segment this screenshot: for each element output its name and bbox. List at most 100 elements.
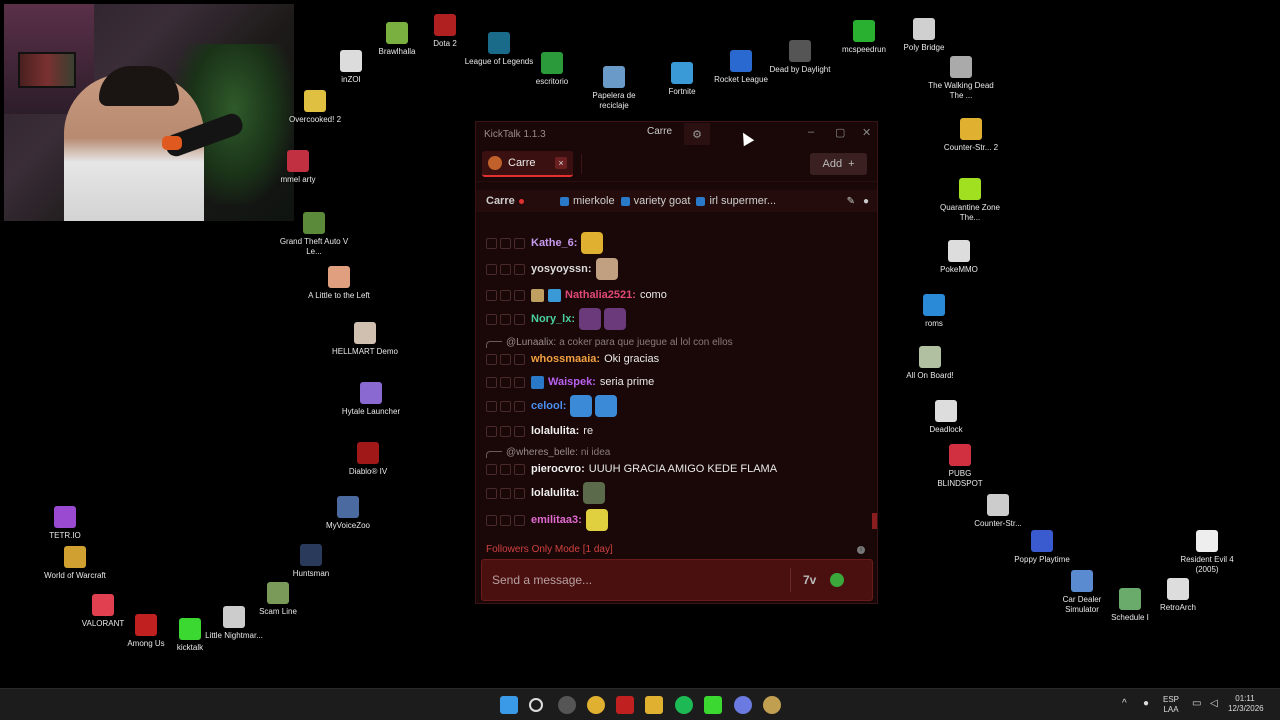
- desktop-icon[interactable]: Overcooked! 2: [280, 90, 350, 125]
- desktop-icon[interactable]: Hytale Launcher: [336, 382, 406, 417]
- desktop-icon[interactable]: All On Board!: [895, 346, 965, 381]
- obs-icon[interactable]: [558, 696, 576, 714]
- ban-icon[interactable]: [500, 289, 511, 301]
- desktop-icon[interactable]: Papelera de reciclaje: [579, 66, 649, 111]
- search-icon[interactable]: [529, 698, 543, 712]
- chat-username[interactable]: pierocvro:: [531, 463, 585, 475]
- desktop-icon[interactable]: Counter-Str...: [963, 494, 1033, 529]
- pin-message-icon[interactable]: [514, 353, 525, 365]
- desktop-icon[interactable]: escritorio: [517, 52, 587, 87]
- mic-icon[interactable]: ●: [1143, 699, 1149, 709]
- add-chatroom-button[interactable]: Add +: [810, 153, 867, 175]
- clock[interactable]: 01:11 12/3/2026: [1228, 694, 1264, 714]
- scrollbar-thumb[interactable]: [872, 513, 877, 529]
- pin-message-icon[interactable]: [514, 514, 525, 526]
- desktop-icon[interactable]: Diablo® IV: [333, 442, 403, 477]
- desktop-icon[interactable]: inZOI: [316, 50, 386, 85]
- tab-carre[interactable]: Carre ×: [482, 150, 573, 177]
- chat-username[interactable]: lolalulita:: [531, 487, 579, 499]
- ban-icon[interactable]: [500, 400, 511, 412]
- desktop-icon[interactable]: Resident Evil 4 (2005): [1172, 530, 1242, 575]
- pin-message-icon[interactable]: [514, 487, 525, 499]
- close-window-button[interactable]: ✕: [862, 126, 871, 139]
- reply-context[interactable]: @Lunaalix: a coker para que juegue al lol…: [486, 335, 733, 349]
- kicktalk-taskbar-icon[interactable]: [704, 696, 722, 714]
- chat-username[interactable]: lolalulita:: [531, 425, 579, 437]
- close-tab-icon[interactable]: ×: [555, 156, 567, 169]
- desktop-icon[interactable]: Huntsman: [276, 544, 346, 579]
- chat-username[interactable]: Kathe_6:: [531, 237, 577, 249]
- maximize-button[interactable]: ▢: [835, 126, 845, 139]
- chat-username[interactable]: Nathalia2521:: [565, 289, 636, 301]
- timeout-icon[interactable]: [486, 289, 497, 301]
- chrome-icon[interactable]: [587, 696, 605, 714]
- ban-icon[interactable]: [500, 353, 511, 365]
- desktop-icon[interactable]: Poly Bridge: [889, 18, 959, 53]
- desktop-icon[interactable]: VALORANT: [68, 594, 138, 629]
- desktop-icon[interactable]: Deadlock: [911, 400, 981, 435]
- ban-icon[interactable]: [500, 237, 511, 249]
- desktop-icon[interactable]: Quarantine Zone The...: [935, 178, 1005, 223]
- ban-icon[interactable]: [500, 313, 511, 325]
- emote-icon[interactable]: [595, 258, 618, 280]
- pin-message-icon[interactable]: [514, 376, 525, 388]
- timeout-icon[interactable]: [486, 425, 497, 437]
- chat-username[interactable]: Waispek:: [548, 376, 596, 388]
- chat-username[interactable]: celool:: [531, 400, 566, 412]
- timeout-icon[interactable]: [486, 263, 497, 275]
- desktop-icon[interactable]: HELLMART Demo: [330, 322, 400, 357]
- ban-icon[interactable]: [500, 376, 511, 388]
- settings-gear-icon[interactable]: ⚙: [684, 123, 710, 145]
- desktop-icon[interactable]: PUBG BLINDSPOT: [925, 444, 995, 489]
- desktop-icon[interactable]: The Walking Dead The ...: [926, 56, 996, 101]
- timeout-icon[interactable]: [486, 463, 497, 475]
- desktop-icon[interactable]: TETR.IO: [30, 506, 100, 541]
- chevron-up-icon[interactable]: ^: [1122, 699, 1127, 709]
- ban-icon[interactable]: [500, 463, 511, 475]
- ban-icon[interactable]: [500, 425, 511, 437]
- timeout-icon[interactable]: [486, 400, 497, 412]
- pin-message-icon[interactable]: [514, 463, 525, 475]
- message-input[interactable]: [492, 573, 782, 587]
- emote-icon[interactable]: [585, 509, 608, 531]
- timeout-icon[interactable]: [486, 514, 497, 526]
- ban-icon[interactable]: [500, 514, 511, 526]
- spotify-icon[interactable]: [675, 696, 693, 714]
- desktop-icon[interactable]: Counter-Str... 2: [936, 118, 1006, 153]
- chat-username[interactable]: yosyoyssn:: [531, 263, 592, 275]
- league-icon[interactable]: [763, 696, 781, 714]
- pin-message-icon[interactable]: [514, 400, 525, 412]
- timeout-icon[interactable]: [486, 353, 497, 365]
- pin-icon[interactable]: ✎: [847, 196, 855, 207]
- chat-username[interactable]: whossmaaia:: [531, 353, 600, 365]
- pin-message-icon[interactable]: [514, 263, 525, 275]
- desktop-icon[interactable]: PokeMMO: [924, 240, 994, 275]
- volume-icon[interactable]: ◁: [1210, 699, 1218, 709]
- emote-icon[interactable]: [579, 308, 602, 330]
- emote-icon[interactable]: [570, 395, 593, 417]
- minimize-button[interactable]: –: [808, 126, 814, 138]
- desktop-icon[interactable]: Grand Theft Auto V Le...: [279, 212, 349, 257]
- network-icon[interactable]: ▭: [1192, 699, 1201, 709]
- channel-name[interactable]: Carre: [486, 195, 515, 207]
- emote-icon[interactable]: [581, 232, 604, 254]
- pin-message-icon[interactable]: [514, 289, 525, 301]
- reply-user[interactable]: @wheres_belle:: [506, 447, 578, 458]
- timeout-icon[interactable]: [486, 237, 497, 249]
- reply-user[interactable]: @Lunaalix:: [506, 337, 556, 348]
- discord-icon[interactable]: [734, 696, 752, 714]
- chat-username[interactable]: emilitaa3:: [531, 514, 582, 526]
- timeout-icon[interactable]: [486, 487, 497, 499]
- pin-message-icon[interactable]: [514, 237, 525, 249]
- ban-icon[interactable]: [500, 263, 511, 275]
- desktop-icon[interactable]: RetroArch: [1143, 578, 1213, 613]
- language-indicator[interactable]: ESP LAA: [1163, 695, 1179, 715]
- reply-context[interactable]: @wheres_belle: ni idea: [486, 445, 610, 459]
- desktop-icon[interactable]: Poppy Playtime: [1007, 530, 1077, 565]
- emote-icon[interactable]: [595, 395, 618, 417]
- desktop-icon[interactable]: mmel arty: [263, 150, 333, 185]
- folder-icon[interactable]: [645, 696, 663, 714]
- ban-icon[interactable]: [500, 487, 511, 499]
- timeout-icon[interactable]: [486, 376, 497, 388]
- desktop-icon[interactable]: roms: [899, 294, 969, 329]
